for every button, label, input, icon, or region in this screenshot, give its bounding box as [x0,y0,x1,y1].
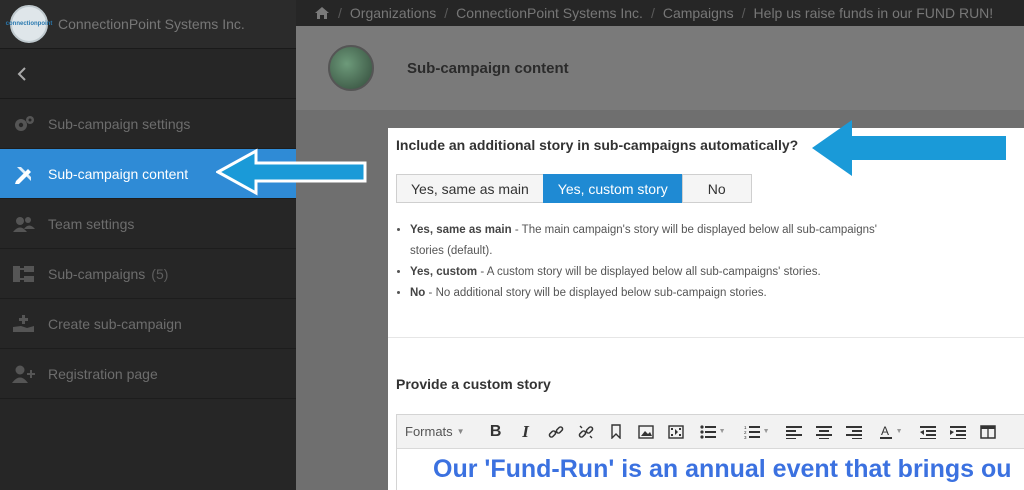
breadcrumb-separator: / [444,5,449,21]
caret-down-icon: ▼ [456,427,465,436]
breadcrumb: / Organizations / ConnectionPoint System… [296,0,1024,26]
bullet-list-icon[interactable]: ▼ [691,421,735,443]
users-icon [12,214,36,234]
sidebar-item-team-settings[interactable]: Team settings [0,199,296,249]
sidebar: connectionpoint ConnectionPoint Systems … [0,0,296,490]
breadcrumb-separator: / [741,5,746,21]
align-center-icon[interactable] [809,421,839,443]
formats-label: Formats [405,424,453,439]
italic-icon[interactable]: I [511,421,541,443]
sidebar-item-label: Create sub-campaign [48,315,182,332]
section-divider [388,337,1024,338]
bold-icon[interactable]: B [481,421,511,443]
sidebar-item-label: Registration page [48,365,158,382]
breadcrumb-item-campaigns[interactable]: Campaigns [663,5,734,21]
sidebar-item-label: Sub-campaign content [48,165,189,182]
option-no-button[interactable]: No [681,174,752,203]
note-no: No - No additional story will be display… [410,283,890,304]
collapse-sidebar-button[interactable] [0,49,296,99]
sidebar-item-registration-page[interactable]: Registration page [0,349,296,399]
svg-text:3: 3 [744,435,747,439]
hand-plus-icon [12,314,36,334]
note-custom: Yes, custom - A custom story will be dis… [410,262,890,283]
breadcrumb-separator: / [338,5,342,21]
sidebar-item-label: Sub-campaigns [48,265,146,282]
home-icon[interactable] [314,6,330,20]
note-text: - No additional story will be displayed … [425,287,767,299]
option-descriptions: Yes, same as main - The main campaign's … [410,220,890,304]
additional-story-question: Include an additional story in sub-campa… [396,137,799,153]
numbered-list-icon[interactable]: 1 2 3 ▼ [735,421,779,443]
image-icon[interactable] [631,421,661,443]
media-icon[interactable] [661,421,691,443]
org-name: ConnectionPoint Systems Inc. [58,16,245,32]
indent-icon[interactable] [943,421,973,443]
callout-arrow-question-icon [812,120,1006,176]
formats-dropdown[interactable]: Formats ▼ [405,424,465,439]
note-text: - A custom story will be displayed below… [477,266,821,278]
org-header[interactable]: connectionpoint ConnectionPoint Systems … [0,0,296,49]
callout-arrow-left-icon [216,148,367,196]
breadcrumb-item-organization[interactable]: ConnectionPoint Systems Inc. [456,5,643,21]
page-title: Sub-campaign content [407,60,569,77]
font-color-icon[interactable]: A ▼ [869,421,913,443]
sitemap-icon [12,264,36,284]
breadcrumb-item-organizations[interactable]: Organizations [350,5,436,21]
unlink-icon[interactable] [571,421,601,443]
bookmark-icon[interactable] [601,421,631,443]
align-left-icon[interactable] [779,421,809,443]
chevron-left-icon [17,66,26,81]
rich-text-editor: Formats ▼ B I ▼ 1 2 3 ▼ A ▼ Our 'Fund-Ru… [396,414,1024,490]
campaign-avatar [328,45,374,91]
gears-icon [12,114,36,134]
sub-campaigns-count: (5) [151,265,169,282]
org-logo: connectionpoint [6,5,52,43]
custom-story-label: Provide a custom story [396,376,551,392]
content-card: Include an additional story in sub-campa… [388,128,1024,490]
note-term: Yes, custom [410,266,478,278]
option-yes-same-as-main-button[interactable]: Yes, same as main [396,174,544,203]
note-term: Yes, same as main [410,224,512,236]
sidebar-item-sub-campaigns[interactable]: Sub-campaigns (5) [0,249,296,299]
sidebar-item-label: Sub-campaign settings [48,115,191,132]
pencil-ruler-icon [12,164,36,184]
additional-story-options: Yes, same as main Yes, custom story No [396,174,752,203]
sidebar-item-label: Team settings [48,215,135,232]
note-term: No [410,287,426,299]
editor-content[interactable]: Our 'Fund-Run' is an annual event that b… [397,449,1024,484]
sidebar-item-sub-campaign-settings[interactable]: Sub-campaign settings [0,99,296,149]
sidebar-item-create-sub-campaign[interactable]: Create sub-campaign [0,299,296,349]
link-icon[interactable] [541,421,571,443]
align-right-icon[interactable] [839,421,869,443]
editor-toolbar: Formats ▼ B I ▼ 1 2 3 ▼ A ▼ [397,415,1024,449]
outdent-icon[interactable] [913,421,943,443]
user-plus-icon [12,364,36,384]
breadcrumb-separator: / [650,5,655,21]
main-header: Sub-campaign content [296,26,1024,110]
option-yes-custom-story-button[interactable]: Yes, custom story [542,174,683,203]
svg-text:A: A [881,424,889,438]
note-same-as-main: Yes, same as main - The main campaign's … [410,220,890,262]
table-icon[interactable] [973,421,1003,443]
breadcrumb-item-campaign[interactable]: Help us raise funds in our FUND RUN! [754,5,994,21]
